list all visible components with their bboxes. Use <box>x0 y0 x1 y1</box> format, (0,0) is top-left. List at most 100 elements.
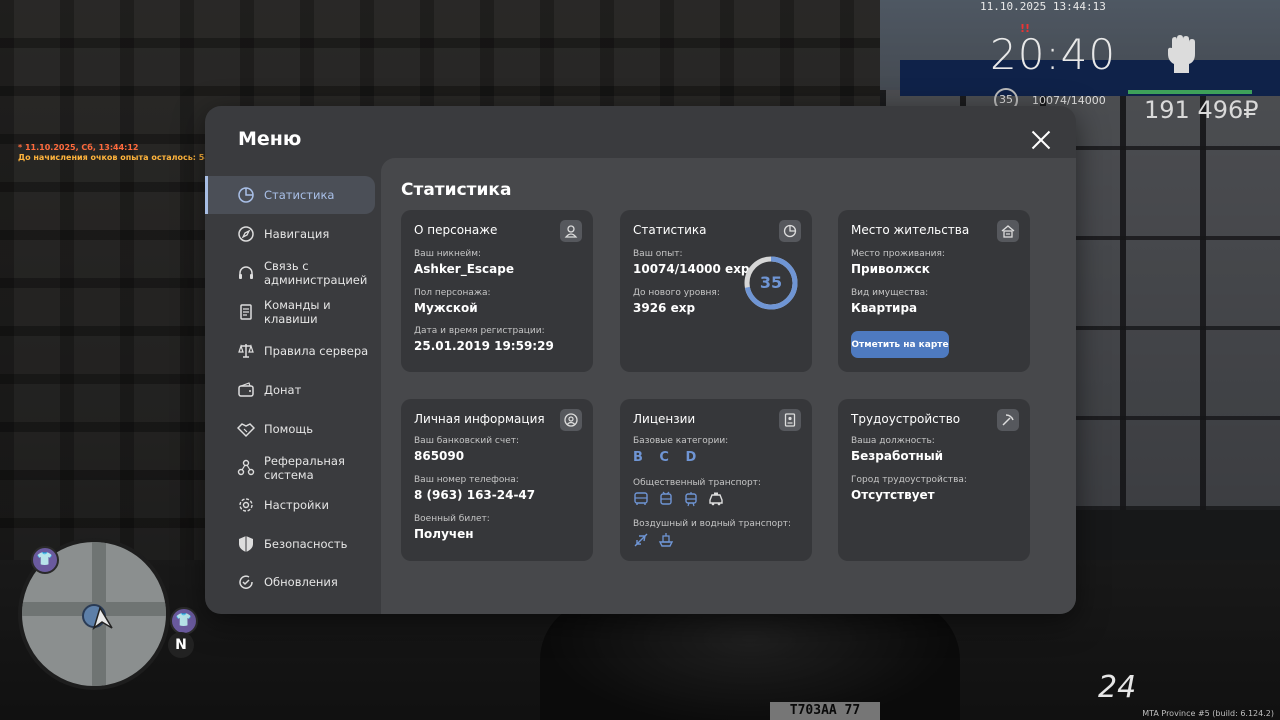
card-title: Статистика <box>633 223 707 237</box>
bank-value: 865090 <box>414 449 465 463</box>
card-character: О персонаже Ваш никнейм: Ashker_Escape П… <box>401 210 593 372</box>
pickaxe-icon <box>1002 414 1014 426</box>
card-licenses: Лицензии Базовые категории: B C D Общест… <box>620 399 812 561</box>
menu-window: Меню Статистика Навигация Связь с админи… <box>205 106 1076 614</box>
refresh-check-icon <box>239 575 253 589</box>
content-panel: Статистика О персонаже Ваш никнейм: Ashk… <box>381 158 1076 614</box>
nav-label: Статистика <box>264 188 335 202</box>
field-label: Ваш никнейм: <box>414 249 482 259</box>
shop-pin-icon: 👕 <box>31 546 59 574</box>
boat-icon <box>658 533 674 547</box>
trolleybus-icon <box>660 491 672 505</box>
card-icon-button <box>560 409 582 431</box>
field-label: Ваша должность: <box>851 436 935 446</box>
nav-label: Навигация <box>264 227 330 241</box>
registration-value: 25.01.2019 19:59:29 <box>414 339 554 353</box>
next-level-value: 3926 exp <box>633 301 696 315</box>
field-label: Ваш банковский счет: <box>414 436 520 446</box>
level-number: 35 <box>759 273 783 292</box>
card-personal-info: Личная информация Ваш банковский счет: 8… <box>401 399 593 561</box>
position-value: Безработный <box>851 449 944 463</box>
field-label: Дата и время регистрации: <box>414 326 545 336</box>
player-arrow-icon <box>82 604 113 630</box>
nav-item-commands[interactable]: Команды и клавиши <box>205 293 375 331</box>
field-label: Город трудоустройства: <box>851 475 967 485</box>
nickname-value: Ashker_Escape <box>414 262 514 276</box>
wallet-icon <box>238 382 254 397</box>
gear-icon <box>239 498 253 512</box>
nav-label: Настройки <box>264 498 329 512</box>
field-label: Ваш номер телефона: <box>414 475 519 485</box>
nav-item-donate[interactable]: Донат <box>205 371 375 409</box>
field-label: Пол персонажа: <box>414 288 491 298</box>
nav-item-security[interactable]: Безопасность <box>205 525 375 563</box>
card-residence: Место жительства Место проживания: Приво… <box>838 210 1030 372</box>
nav-item-help[interactable]: Помощь <box>205 410 375 448</box>
headset-icon <box>239 266 253 279</box>
nav-item-rules[interactable]: Правила сервера <box>205 332 375 370</box>
property-value: Квартира <box>851 301 918 315</box>
card-icon-button <box>560 220 582 242</box>
shield-icon <box>239 536 253 552</box>
place-value: Приволжск <box>851 262 930 276</box>
referral-icon <box>237 459 255 476</box>
license-categories: B C D <box>633 450 703 465</box>
nav-item-admin-contact[interactable]: Связь с администрацией <box>205 254 375 292</box>
field-label: До нового уровня: <box>633 288 720 298</box>
air-water-transport-icons <box>633 532 674 548</box>
bus-icon <box>634 492 648 505</box>
content-title: Статистика <box>401 180 512 200</box>
field-label: Военный билет: <box>414 514 490 524</box>
tram-icon <box>685 492 697 507</box>
nav-item-statistics[interactable]: Статистика <box>205 176 375 214</box>
card-icon-button <box>997 409 1019 431</box>
document-icon <box>240 304 252 320</box>
shop-pin-icon: 👕 <box>170 607 198 635</box>
nav-label: Реферальная система <box>264 454 345 482</box>
public-transport-icons <box>633 491 724 507</box>
build-info: MTA Province #5 (build: 6.124.2) <box>1142 709 1274 718</box>
airplane-icon <box>634 533 648 547</box>
user-icon <box>564 225 578 238</box>
nav-label: Помощь <box>264 422 314 436</box>
card-title: Лицензии <box>633 412 696 426</box>
nav-label: Команды и клавиши <box>264 298 331 326</box>
taxi-icon <box>709 492 723 506</box>
card-employment: Трудоустройство Ваша должность: Безработ… <box>838 399 1030 561</box>
north-indicator: N <box>168 632 194 658</box>
card-title: Личная информация <box>414 412 545 426</box>
card-icon-button <box>779 409 801 431</box>
speedometer: 24 <box>1098 670 1137 705</box>
nav-item-settings[interactable]: Настройки <box>205 486 375 524</box>
nav-label: Правила сервера <box>264 344 369 358</box>
exp-value: 10074/14000 exp <box>633 262 750 276</box>
nav-label: Обновления <box>264 575 338 589</box>
handshake-icon <box>237 423 255 438</box>
card-title: О персонаже <box>414 223 498 237</box>
hud-clock: 20:40 <box>990 30 1117 79</box>
nav-item-updates[interactable]: Обновления <box>205 563 375 601</box>
nav-item-referral[interactable]: Реферальная система <box>205 449 375 487</box>
field-label: Ваш опыт: <box>633 249 683 259</box>
gender-value: Мужской <box>414 301 478 315</box>
fist-icon <box>1168 35 1195 73</box>
nav-label: Донат <box>264 383 302 397</box>
mark-on-map-button[interactable]: Отметить на карте <box>851 331 949 358</box>
pie-chart-icon <box>783 224 797 238</box>
card-title: Место жительства <box>851 223 970 237</box>
id-card-icon <box>784 413 796 427</box>
military-value: Получен <box>414 527 474 541</box>
field-label: Вид имущества: <box>851 288 929 298</box>
card-icon-button <box>997 220 1019 242</box>
city-value: Отсутствует <box>851 488 935 502</box>
close-button[interactable] <box>1031 130 1051 150</box>
phone-value: 8 (963) 163-24-47 <box>414 488 536 502</box>
nav-item-navigation[interactable]: Навигация <box>205 215 375 253</box>
pie-chart-icon <box>238 187 254 203</box>
hud-datetime: 11.10.2025 13:44:13 <box>980 0 1106 13</box>
field-label: Воздушный и водный транспорт: <box>633 519 792 529</box>
compass-icon <box>238 226 254 242</box>
menu-title: Меню <box>238 128 302 150</box>
card-statistics: Статистика Ваш опыт: 10074/14000 exp До … <box>620 210 812 372</box>
house-icon <box>1001 225 1015 238</box>
